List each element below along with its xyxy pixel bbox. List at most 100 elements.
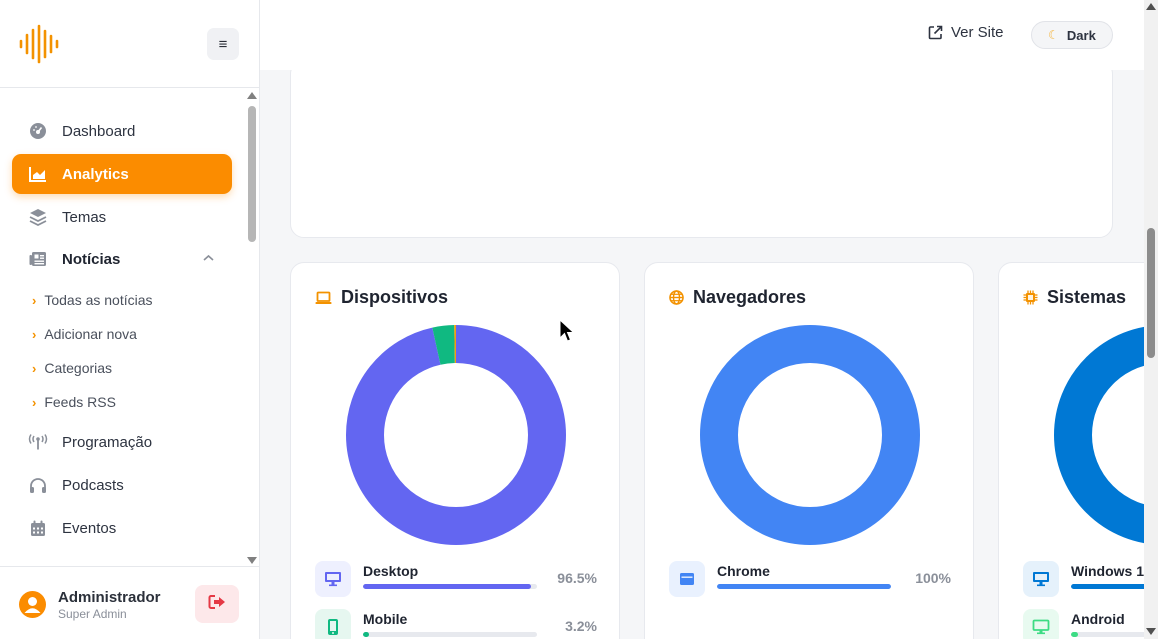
chevron-up-icon xyxy=(203,251,214,265)
card-title-text: Dispositivos xyxy=(341,287,449,307)
globe-icon xyxy=(669,290,684,305)
sidebar-subitem-label: Feeds RSS xyxy=(44,394,116,410)
legend-label: Android xyxy=(1071,611,1125,627)
systems-donut-chart[interactable] xyxy=(1053,324,1144,546)
sidebar-item-label: Programação xyxy=(62,433,153,451)
ver-site-link[interactable]: Ver Site xyxy=(928,24,1004,41)
avatar[interactable] xyxy=(19,591,46,618)
scroll-down-arrow-icon[interactable] xyxy=(247,557,257,564)
legend-row-mobile: Mobile 3.2% xyxy=(315,607,597,639)
sidebar-nav: Dashboard Analytics Temas Notícias › Tod… xyxy=(0,88,244,566)
sidebar-item-label: Notícias xyxy=(62,250,121,268)
browsers-donut-chart[interactable] xyxy=(699,324,921,546)
page-scrollbar-thumb[interactable] xyxy=(1147,228,1155,358)
theme-toggle-label: Dark xyxy=(1066,27,1096,43)
hamburger-icon: ≡ xyxy=(218,35,228,53)
top-bar: Ver Site ☾ Dark xyxy=(260,0,1144,70)
area-chart-icon xyxy=(28,164,48,184)
browsers-card: Navegadores Chrome 100% xyxy=(644,262,974,639)
main-content: Dispositivos Desktop 96.5% Mobile 3.2% N… xyxy=(260,70,1144,639)
sidebar-subitem-label: Todas as notícias xyxy=(44,292,153,308)
sign-out-icon xyxy=(208,594,226,615)
progress-bar xyxy=(363,632,537,637)
progress-fill xyxy=(717,584,891,589)
devices-donut-chart[interactable] xyxy=(345,324,567,546)
mouse-cursor-icon xyxy=(559,319,575,342)
sidebar-header: ≡ xyxy=(0,0,259,88)
legend-row-desktop: Desktop 96.5% xyxy=(315,559,597,599)
sidebar-item-noticias[interactable]: Notícias xyxy=(12,239,232,279)
layers-icon xyxy=(28,207,48,227)
card-title-text: Sistemas xyxy=(1047,287,1127,307)
broadcast-tower-icon xyxy=(28,432,48,452)
sidebar-item-temas[interactable]: Temas xyxy=(12,197,232,237)
menu-toggle-button[interactable]: ≡ xyxy=(207,28,239,60)
mobile-phone-icon xyxy=(315,609,351,639)
sidebar-subitem-label: Adicionar nova xyxy=(44,326,137,342)
sidebar-subitem-adicionar[interactable]: › Adicionar nova xyxy=(32,323,137,345)
devices-card-title: Dispositivos xyxy=(315,287,448,308)
logo-soundwave-icon[interactable] xyxy=(18,24,62,64)
speedometer-icon xyxy=(28,121,48,141)
progress-fill xyxy=(1071,584,1144,589)
systems-card: Sistemas Windows 10 Android xyxy=(998,262,1144,639)
scroll-down-arrow-icon[interactable] xyxy=(1146,628,1156,635)
sidebar-item-label: Dashboard xyxy=(62,122,136,140)
external-link-icon xyxy=(928,25,943,40)
logout-button[interactable] xyxy=(195,585,239,623)
sidebar-item-eventos[interactable]: Eventos xyxy=(12,508,232,548)
cpu-chip-icon xyxy=(1023,290,1038,305)
sidebar-item-dashboard[interactable]: Dashboard xyxy=(12,111,232,151)
progress-fill xyxy=(1071,632,1078,637)
legend-label: Desktop xyxy=(363,563,419,579)
sidebar-user-panel: Administrador Super Admin xyxy=(0,566,259,639)
newspaper-icon xyxy=(28,249,48,269)
chevron-right-icon: › xyxy=(32,326,37,342)
legend-value: 3.2% xyxy=(565,618,597,634)
chevron-right-icon: › xyxy=(32,360,37,376)
user-name: Administrador xyxy=(58,589,161,606)
donut-segment-windows[interactable] xyxy=(1054,326,1144,544)
sidebar-item-programacao[interactable]: Programação xyxy=(12,422,232,462)
ver-site-label: Ver Site xyxy=(951,24,1004,41)
laptop-icon xyxy=(315,291,332,305)
headphones-icon xyxy=(28,475,48,495)
donut-segment-chrome[interactable] xyxy=(700,325,920,545)
sidebar-subitem-categorias[interactable]: › Categorias xyxy=(32,357,112,379)
chevron-right-icon: › xyxy=(32,394,37,410)
sidebar-scrollbar-thumb[interactable] xyxy=(248,106,256,242)
legend-value: 100% xyxy=(915,570,951,586)
progress-bar xyxy=(717,584,891,589)
systems-card-title: Sistemas xyxy=(1023,287,1126,308)
browser-window-icon xyxy=(669,561,705,597)
donut-segment-desktop[interactable] xyxy=(346,325,566,545)
chart-card-empty xyxy=(290,70,1113,238)
legend-row-android: Android xyxy=(1023,607,1144,639)
scroll-up-arrow-icon[interactable] xyxy=(1146,3,1156,10)
sidebar-subitem-todas[interactable]: › Todas as notícias xyxy=(32,289,153,311)
calendar-icon xyxy=(28,518,48,538)
scroll-up-arrow-icon[interactable] xyxy=(247,92,257,99)
desktop-icon xyxy=(1023,561,1059,597)
sidebar-scrollbar[interactable] xyxy=(244,90,260,568)
sidebar-item-podcasts[interactable]: Podcasts xyxy=(12,465,232,505)
desktop-icon xyxy=(315,561,351,597)
sidebar-item-label: Analytics xyxy=(62,165,129,183)
legend-value: 96.5% xyxy=(557,570,597,586)
progress-fill xyxy=(363,584,531,589)
user-role: Super Admin xyxy=(58,607,127,621)
monitor-icon xyxy=(1023,609,1059,639)
sidebar-item-label: Eventos xyxy=(62,519,117,537)
card-title-text: Navegadores xyxy=(693,287,807,307)
sidebar-item-label: Temas xyxy=(62,208,107,226)
moon-icon: ☾ xyxy=(1048,28,1059,42)
page-scrollbar[interactable] xyxy=(1144,0,1158,639)
legend-row-chrome: Chrome 100% xyxy=(669,559,951,599)
sidebar-subitem-feeds[interactable]: › Feeds RSS xyxy=(32,391,116,413)
legend-row-windows: Windows 10 xyxy=(1023,559,1144,599)
sidebar-item-analytics[interactable]: Analytics xyxy=(12,154,232,194)
theme-toggle-button[interactable]: ☾ Dark xyxy=(1031,21,1113,49)
browsers-card-title: Navegadores xyxy=(669,287,806,308)
sidebar-subitem-label: Categorias xyxy=(44,360,113,376)
chevron-right-icon: › xyxy=(32,292,37,308)
